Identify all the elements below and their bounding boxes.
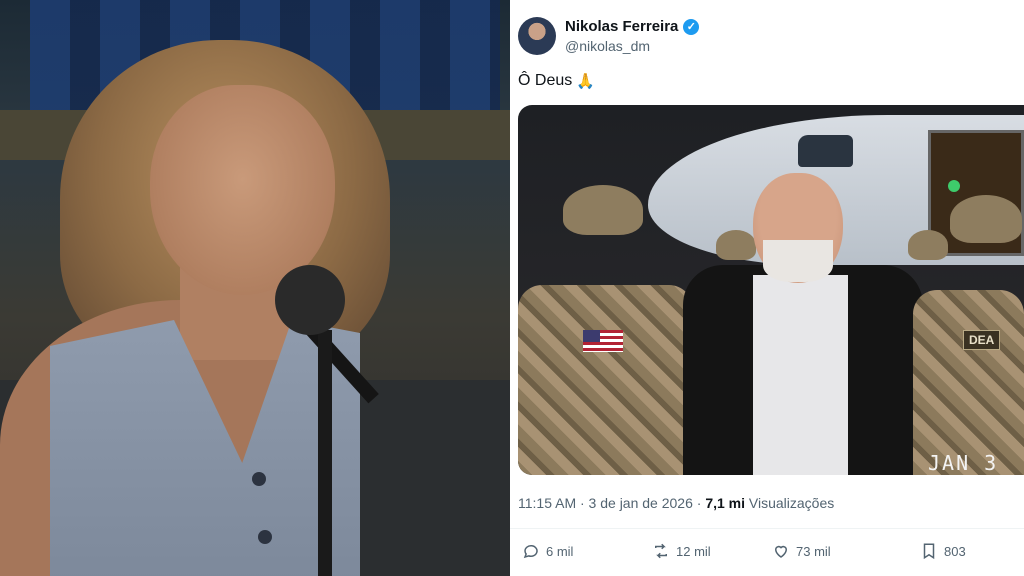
helmet [908, 230, 948, 260]
speaker-photo [0, 0, 510, 576]
author-row: Nikolas Ferreira ✓ [565, 18, 700, 35]
tweet-card: Nikolas Ferreira ✓ @nikolas_dm Ô Deus 🙏 … [510, 0, 1024, 576]
microphone-stand [318, 330, 332, 576]
tweet-media-image[interactable]: DEA JAN 3 2 [518, 105, 1024, 475]
helmet [716, 230, 756, 260]
avatar[interactable] [518, 17, 556, 55]
repost-icon [655, 543, 667, 559]
soldier-right [913, 290, 1024, 475]
views-label: Visualizações [745, 495, 835, 511]
helmet [950, 195, 1022, 243]
us-flag-patch [583, 330, 623, 352]
man-beard [763, 240, 833, 282]
soldier-left [518, 285, 693, 475]
date-stamp: JAN 3 2 [928, 451, 999, 475]
bookmark-count: 803 [944, 543, 966, 559]
bookmark-icon [923, 543, 935, 560]
tweet-body: Ô Deus [518, 72, 573, 89]
tweet-text: Ô Deus 🙏 [518, 72, 595, 90]
microphone-icon [275, 265, 345, 335]
airplane-window [798, 135, 853, 167]
reply-icon [523, 545, 538, 559]
like-button[interactable]: 73 mil [772, 542, 831, 560]
heart-icon [774, 545, 788, 558]
door-light [948, 180, 960, 192]
views-count: 7,1 mi [705, 495, 746, 511]
reply-count: 6 mil [546, 543, 574, 559]
author-name[interactable]: Nikolas Ferreira [565, 18, 678, 35]
folded-hands-icon: 🙏 [576, 73, 595, 90]
tweet-meta: 11:15 AM · 3 de jan de 2026 · 7,1 mi Vis… [518, 495, 834, 511]
vest-button [252, 472, 266, 486]
bookmark-button[interactable]: 803 [920, 542, 966, 560]
repost-count: 12 mil [676, 543, 711, 559]
dea-patch: DEA [963, 330, 1001, 350]
author-handle[interactable]: @nikolas_dm [565, 38, 650, 54]
timestamp[interactable]: 11:15 AM · 3 de jan de 2026 · [518, 495, 705, 511]
face [150, 85, 335, 295]
reply-button[interactable]: 6 mil [522, 542, 573, 560]
repost-button[interactable]: 12 mil [652, 542, 711, 560]
vest-button [258, 530, 272, 544]
helmet [563, 185, 643, 235]
divider [510, 528, 1024, 529]
verified-badge-icon: ✓ [683, 18, 700, 35]
like-count: 73 mil [796, 543, 831, 559]
man-shirt [753, 275, 848, 475]
